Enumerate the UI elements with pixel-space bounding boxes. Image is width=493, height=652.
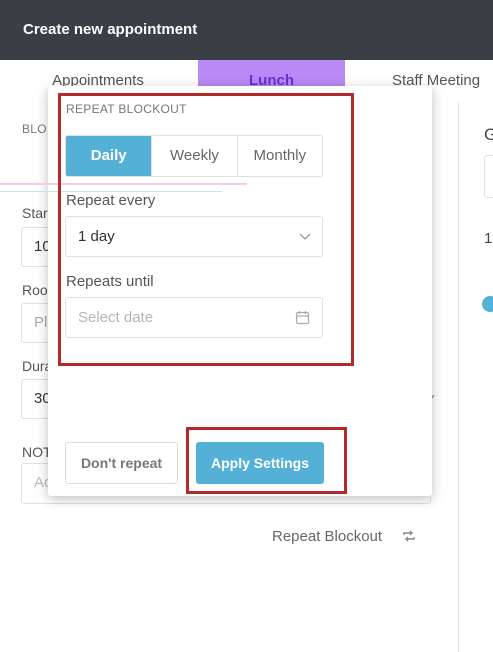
right-panel-heading: G: [484, 125, 493, 144]
repeat-every-label: Repeat every: [66, 192, 156, 209]
repeats-until-label: Repeats until: [66, 273, 154, 290]
repeat-blockout-link[interactable]: Repeat Blockout: [272, 528, 382, 545]
apply-settings-button[interactable]: Apply Settings: [196, 442, 324, 484]
calendar-icon[interactable]: [295, 310, 310, 325]
repeat-icon[interactable]: [402, 529, 416, 543]
chevron-down-icon: [299, 233, 311, 240]
panel-divider: [458, 102, 459, 652]
page-header: Create new appointment: [0, 0, 493, 60]
frequency-daily-button[interactable]: Daily: [66, 136, 153, 176]
section-label: BLO: [22, 122, 47, 136]
repeats-until-input[interactable]: [66, 298, 286, 337]
page-title: Create new appointment: [23, 21, 198, 38]
info-dot-icon[interactable]: [481, 296, 493, 312]
popup-title: REPEAT BLOCKOUT: [66, 102, 187, 116]
repeat-every-value: 1 day: [78, 228, 115, 245]
overlay-artifact: [0, 183, 247, 185]
repeat-every-select[interactable]: 1 day: [65, 216, 323, 257]
appointment-screen: Create new appointment Appointments Lunc…: [0, 0, 493, 652]
frequency-monthly-button[interactable]: Monthly: [237, 136, 322, 176]
room-label: Roo: [22, 282, 48, 298]
dont-repeat-button[interactable]: Don't repeat: [65, 442, 178, 484]
repeats-until-field[interactable]: [65, 297, 323, 338]
frequency-weekly-button[interactable]: Weekly: [152, 136, 238, 176]
right-panel-value: 1: [484, 230, 493, 247]
right-panel-input[interactable]: [484, 155, 493, 198]
room-placeholder: Pl: [34, 314, 48, 331]
start-label: Star: [22, 205, 48, 221]
frequency-selector: Daily Weekly Monthly: [65, 135, 323, 177]
